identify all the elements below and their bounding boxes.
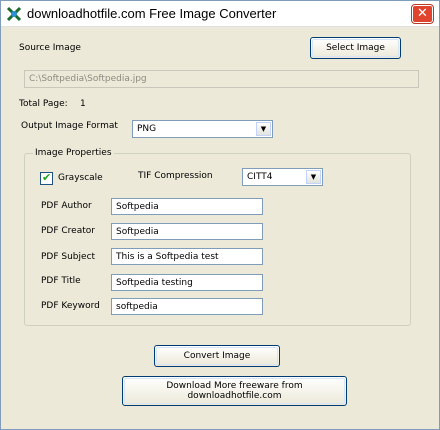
pdf-creator-input[interactable]: Softpedia [111, 223, 263, 240]
pdf-author-label: PDF Author [41, 201, 92, 211]
close-icon: ✕ [417, 6, 428, 21]
tif-compression-select[interactable]: CITT4 ▼ [242, 168, 323, 186]
grayscale-label[interactable]: Grayscale [58, 173, 103, 183]
convert-image-button[interactable]: Convert Image [154, 345, 280, 367]
total-page-label: Total Page: [19, 99, 68, 109]
tif-compression-label: TIF Compression [138, 171, 213, 181]
source-image-label: Source Image [19, 43, 81, 53]
app-logo-icon [6, 6, 22, 22]
source-path-field: C:\Softpedia\Softpedia.jpg [24, 70, 419, 88]
pdf-title-label: PDF Title [41, 276, 81, 286]
window-title: downloadhotfile.com Free Image Converter [27, 6, 277, 21]
pdf-subject-input[interactable]: This is a Softpedia test [111, 248, 263, 265]
convert-image-button-label: Convert Image [183, 351, 251, 361]
chevron-down-icon[interactable]: ▼ [256, 122, 271, 136]
output-format-select[interactable]: PNG ▼ [132, 120, 273, 138]
tif-compression-value: CITT4 [247, 172, 273, 182]
select-image-button-label: Select Image [326, 43, 385, 53]
close-button[interactable]: ✕ [412, 5, 433, 23]
output-format-label: Output Image Format [21, 121, 118, 131]
download-freeware-button[interactable]: Download More freeware from downloadhotf… [122, 376, 347, 406]
app-window: downloadhotfile.com Free Image Converter… [0, 0, 440, 430]
grayscale-checkbox[interactable]: ✔ [40, 171, 53, 185]
chevron-down-icon[interactable]: ▼ [306, 170, 321, 184]
output-format-value: PNG [137, 124, 157, 134]
pdf-author-input[interactable]: Softpedia [111, 198, 263, 215]
download-freeware-button-label: Download More freeware from downloadhotf… [166, 381, 303, 401]
pdf-keyword-label: PDF Keyword [41, 301, 100, 311]
select-image-button[interactable]: Select Image [310, 37, 401, 59]
title-bar[interactable]: downloadhotfile.com Free Image Converter… [1, 1, 439, 27]
pdf-title-input[interactable]: Softpedia testing [111, 274, 263, 291]
pdf-creator-label: PDF Creator [41, 226, 95, 236]
pdf-keyword-input[interactable]: softpedia [111, 298, 263, 315]
checkmark-icon: ✔ [42, 171, 52, 184]
total-page-value: 1 [80, 99, 86, 109]
pdf-subject-label: PDF Subject [41, 252, 96, 262]
image-properties-title: Image Properties [33, 148, 114, 158]
